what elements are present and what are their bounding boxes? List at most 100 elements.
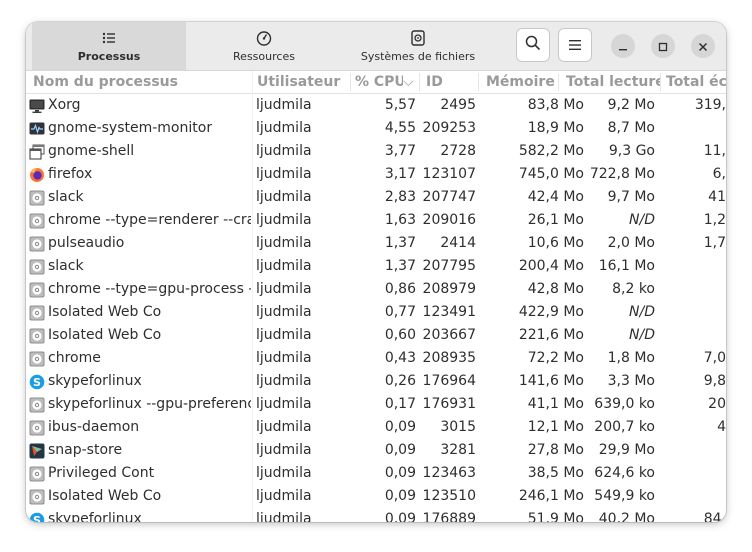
process-cpu: 0,09 [384,419,416,435]
process-user: ljudmila [256,442,312,458]
process-name-cell: Privileged Cont [29,462,251,485]
firefox-icon [29,167,45,183]
process-cpu: 1,37 [384,258,416,274]
process-row[interactable]: Isolated Web Co ljudmila 0,77 123491 422,9 M… [26,301,726,324]
process-total-read: N/D [629,327,655,343]
tab-label: Processus [77,50,141,63]
process-cpu: 0,77 [384,304,416,320]
column-header-memory[interactable]: Mémoire [486,71,560,93]
tab-ressources[interactable]: Ressources [186,22,342,70]
gear-icon [29,259,45,275]
process-cpu: 2,83 [384,189,416,205]
process-row[interactable]: Isolated Web Co ljudmila 0,60 203667 221,6 M… [26,324,726,347]
process-row[interactable]: Sskypeforlinux ljudmila 0,26 176964 141,6 Mo… [26,370,726,393]
process-total-read: 639,0 ko [594,396,655,412]
menu-icon [568,36,582,55]
process-row[interactable]: gnome-shell ljudmila 3,77 2728 582,2 Mo 9,3 G… [26,140,726,163]
process-total-write: 1,2 [703,212,726,228]
process-user: ljudmila [256,235,312,251]
process-row[interactable]: Privileged Cont ljudmila 0,09 123463 38,5 Mo… [26,462,726,485]
gear-icon [29,282,45,298]
process-memory: 422,9 Mo [518,304,584,320]
svg-text:S: S [33,514,41,523]
process-total-read: 1,8 Mo [607,350,655,366]
process-total-write [666,255,726,278]
process-total-read: 722,8 Mo [589,166,655,182]
process-id: 2728 [440,143,476,159]
process-row[interactable]: firefox ljudmila 3,17 123107 745,0 Mo 722,8 M… [26,163,726,186]
process-total-read: 549,9 ko [594,488,655,504]
process-total-read: 200,7 ko [594,419,655,435]
column-header-total-read[interactable]: Total lecture [566,71,660,93]
main-menu-button[interactable] [558,28,592,62]
disk-icon [411,29,425,47]
close-button[interactable] [691,34,715,58]
process-row[interactable]: pulseaudio ljudmila 1,37 2414 10,6 Mo 2,0 Mo 1… [26,232,726,255]
process-user: ljudmila [256,327,312,343]
process-row[interactable]: slack ljudmila 1,37 207795 200,4 Mo 16,1 Mo [26,255,726,278]
sort-descending-icon[interactable]: ⌵ [403,71,417,93]
process-cpu: 3,17 [384,166,416,182]
process-row[interactable]: chrome --type=gpu-process --cr ljudmila 0,… [26,278,726,301]
gear-icon [29,420,45,436]
process-row[interactable]: snap-store ljudmila 0,09 3281 27,8 Mo 29,9 Mo [26,439,726,462]
process-name-cell: Isolated Web Co [29,301,251,324]
process-row[interactable]: gnome-system-monitor ljudmila 4,55 209253 18… [26,117,726,140]
column-header-bar: Nom du processus Utilisateur % CPU ⌵ ID … [26,71,726,94]
process-total-read: 624,6 ko [594,465,655,481]
monitor-icon [29,98,45,114]
process-row[interactable]: slack ljudmila 2,83 207747 42,4 Mo 9,7 Mo 41 [26,186,726,209]
column-header-total-write[interactable]: Total écr [666,71,726,93]
process-total-write: 4 [717,419,726,435]
column-separator [419,73,420,91]
process-row[interactable]: chrome ljudmila 0,43 208935 72,2 Mo 1,8 Mo 7,0 [26,347,726,370]
search-button[interactable] [516,28,550,62]
maximize-icon [658,37,668,56]
process-total-read: 8,7 Mo [607,120,655,136]
gear-icon [29,489,45,505]
column-separator [478,73,479,91]
process-id: 123107 [422,166,476,182]
process-id: 3281 [440,442,476,458]
column-header-cpu[interactable]: % CPU [355,71,403,93]
snap-store-icon [29,443,45,459]
process-row[interactable]: Xorg ljudmila 5,57 2495 83,8 Mo 9,2 Mo 319, [26,94,726,117]
process-cpu: 0,26 [384,373,416,389]
gear-icon [29,397,45,413]
skype-icon: S [29,374,45,390]
process-row[interactable]: ibus-daemon ljudmila 0,09 3015 12,1 Mo 200,7 … [26,416,726,439]
process-user: ljudmila [256,143,312,159]
process-id: 2495 [440,97,476,113]
minimize-button[interactable] [611,34,635,58]
process-id: 209016 [422,212,476,228]
column-header-pid[interactable]: ID [426,71,476,93]
process-name: skypeforlinux --gpu-preference [48,396,251,412]
tab-systemes-de-fichiers[interactable]: Systèmes de fichiers [342,22,494,70]
gear-icon [29,351,45,367]
list-icon [102,29,116,47]
process-row[interactable]: Isolated Web Co ljudmila 0,09 123510 246,1 M… [26,485,726,508]
process-row[interactable]: chrome --type=renderer --crash ljudmila 1,… [26,209,726,232]
process-memory: 10,6 Mo [527,235,584,251]
column-header-user[interactable]: Utilisateur [257,71,349,93]
column-header-name[interactable]: Nom du processus [33,71,251,93]
process-name-cell: Sskypeforlinux [29,370,251,393]
process-total-read: 9,7 Mo [607,189,655,205]
process-memory: 42,8 Mo [527,281,584,297]
process-user: ljudmila [256,212,312,228]
process-cpu: 1,63 [384,212,416,228]
process-row[interactable]: skypeforlinux --gpu-preference ljudmila 0,… [26,393,726,416]
process-memory: 51,9 Mo [527,511,584,522]
process-name-cell: slack [29,255,251,278]
process-cpu: 0,60 [384,327,416,343]
gear-icon [29,213,45,229]
system-monitor-window: Processus Ressources Systèmes de fichier… [26,22,726,522]
tab-processus[interactable]: Processus [32,22,186,70]
process-row[interactable]: Sskypeforlinux ljudmila 0,09 176889 51,9 Mo 4… [26,508,726,522]
maximize-button[interactable] [651,34,675,58]
process-total-write: 9,8 [703,373,726,389]
column-separator [660,73,661,91]
process-list[interactable]: Xorg ljudmila 5,57 2495 83,8 Mo 9,2 Mo 319, gno… [26,94,726,522]
tab-label: Ressources [233,50,295,63]
search-icon [525,35,541,55]
